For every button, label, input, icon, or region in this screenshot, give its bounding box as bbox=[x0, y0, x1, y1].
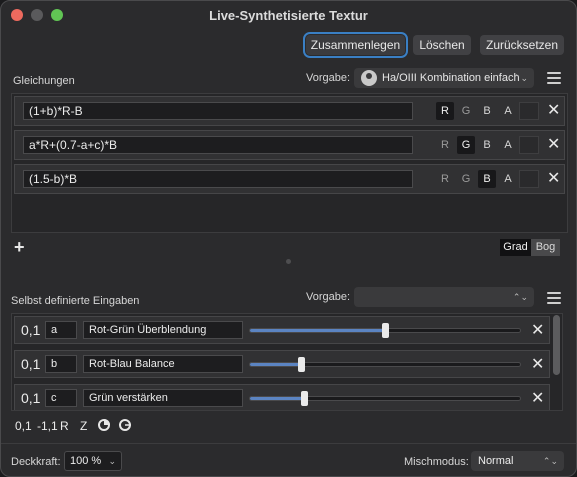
chevron-updown-icon: ⌃⌄ bbox=[512, 292, 528, 302]
chevron-updown-icon: ⌃⌄ bbox=[512, 73, 528, 83]
input-variable-field[interactable]: a bbox=[45, 321, 77, 339]
channel-r-toggle[interactable]: R bbox=[436, 170, 454, 188]
input-name-field[interactable]: Rot-Grün Überblendung bbox=[83, 321, 243, 339]
slider-thumb[interactable] bbox=[301, 391, 308, 406]
equation-color-swatch[interactable] bbox=[519, 170, 539, 188]
equation-row: a*R+(0.7-a+c)*B R G B A ✕ bbox=[14, 130, 565, 160]
input-row: 0,1 a Rot-Grün Überblendung ✕ bbox=[14, 316, 550, 344]
channel-a-toggle[interactable]: A bbox=[499, 102, 517, 120]
channel-b-toggle[interactable]: B bbox=[478, 136, 496, 154]
resize-handle[interactable] bbox=[286, 259, 291, 264]
close-x-icon[interactable]: ✕ bbox=[547, 103, 560, 119]
blend-mode-label: Mischmodus: bbox=[404, 456, 469, 468]
angle-radian-toggle[interactable]: Bog bbox=[531, 239, 560, 256]
slider-fill bbox=[250, 363, 302, 366]
blend-mode-value: Normal bbox=[478, 455, 514, 467]
close-x-icon[interactable]: ✕ bbox=[531, 357, 544, 373]
slider-fill bbox=[250, 397, 304, 400]
input-slider[interactable] bbox=[249, 323, 521, 338]
add-angle-input-icon[interactable] bbox=[98, 419, 110, 431]
equations-preset-label: Vorgabe: bbox=[306, 72, 351, 84]
equations-section-label: Gleichungen bbox=[13, 75, 75, 87]
input-slider[interactable] bbox=[249, 391, 521, 406]
close-x-icon[interactable]: ✕ bbox=[547, 171, 560, 187]
equation-input[interactable]: (1.5-b)*B bbox=[23, 170, 413, 188]
inputs-scrollbar[interactable] bbox=[553, 315, 560, 375]
equations-preset-value: Ha/OIII Kombination einfach bbox=[382, 72, 520, 84]
channel-a-toggle[interactable]: A bbox=[499, 170, 517, 188]
equations-menu-icon[interactable] bbox=[547, 72, 561, 84]
close-x-icon[interactable]: ✕ bbox=[531, 323, 544, 339]
equation-input[interactable]: a*R+(0.7-a+c)*B bbox=[23, 136, 413, 154]
merge-button[interactable]: Zusammenlegen bbox=[303, 32, 408, 58]
footer-divider bbox=[1, 443, 576, 444]
reset-button[interactable]: Zurücksetzen bbox=[480, 35, 564, 55]
slider-fill bbox=[250, 329, 385, 332]
channel-r-toggle[interactable]: R bbox=[436, 102, 454, 120]
channel-g-toggle[interactable]: G bbox=[457, 102, 475, 120]
input-row: 0,1 c Grün verstärken ✕ bbox=[14, 384, 550, 410]
preset-icon bbox=[361, 70, 377, 86]
channel-g-toggle[interactable]: G bbox=[457, 136, 475, 154]
input-variable-field[interactable]: c bbox=[45, 389, 77, 407]
input-type-label: 0,1 bbox=[21, 322, 41, 338]
slider-thumb[interactable] bbox=[298, 357, 306, 372]
slider-thumb[interactable] bbox=[382, 323, 389, 338]
equation-input[interactable]: (1+b)*R-B bbox=[23, 102, 413, 120]
inputs-preset-label: Vorgabe: bbox=[306, 291, 351, 303]
add-signed-input-button[interactable]: -1,1 bbox=[37, 419, 58, 433]
input-slider[interactable] bbox=[249, 357, 521, 372]
input-variable-field[interactable]: b bbox=[45, 355, 77, 373]
equations-list: (1+b)*R-B R G B A ✕ a*R+(0.7-a+c)*B R G … bbox=[11, 93, 568, 233]
input-type-label: 0,1 bbox=[21, 356, 41, 372]
input-row: 0,1 b Rot-Blau Balance ✕ bbox=[14, 350, 550, 378]
add-position-input-icon[interactable] bbox=[119, 419, 131, 431]
title-bar: Live-Synthetisierte Textur bbox=[1, 1, 576, 29]
chevron-down-icon: ⌄ bbox=[108, 456, 116, 466]
input-name-field[interactable]: Rot-Blau Balance bbox=[83, 355, 243, 373]
inputs-section-label: Selbst definierte Eingaben bbox=[11, 295, 140, 307]
opacity-label: Deckkraft: bbox=[11, 456, 61, 468]
chevron-updown-icon: ⌃⌄ bbox=[542, 456, 558, 466]
equation-row: (1+b)*R-B R G B A ✕ bbox=[14, 96, 565, 126]
input-name-field[interactable]: Grün verstärken bbox=[83, 389, 243, 407]
channel-r-toggle[interactable]: R bbox=[436, 136, 454, 154]
add-rotation-input-button[interactable]: R bbox=[60, 419, 69, 433]
inputs-preset-select[interactable]: ⌃⌄ bbox=[354, 287, 534, 307]
equations-preset-select[interactable]: Ha/OIII Kombination einfach ⌃⌄ bbox=[354, 68, 534, 88]
channel-b-toggle[interactable]: B bbox=[478, 102, 496, 120]
angle-degree-toggle[interactable]: Grad bbox=[500, 239, 531, 256]
opacity-field[interactable]: 100 % ⌄ bbox=[64, 451, 122, 471]
opacity-value: 100 % bbox=[70, 455, 102, 467]
close-x-icon[interactable]: ✕ bbox=[531, 391, 544, 407]
equation-color-swatch[interactable] bbox=[519, 102, 539, 120]
add-zoom-input-button[interactable]: Z bbox=[80, 419, 87, 433]
channel-b-toggle[interactable]: B bbox=[478, 170, 496, 188]
equation-row: (1.5-b)*B R G B A ✕ bbox=[14, 164, 565, 194]
close-x-icon[interactable]: ✕ bbox=[547, 137, 560, 153]
inputs-menu-icon[interactable] bbox=[547, 292, 561, 304]
channel-a-toggle[interactable]: A bbox=[499, 136, 517, 154]
inputs-list: 0,1 a Rot-Grün Überblendung ✕ 0,1 b Rot-… bbox=[11, 313, 563, 411]
delete-button[interactable]: Löschen bbox=[413, 35, 471, 55]
input-type-label: 0,1 bbox=[21, 390, 41, 406]
add-unit-input-button[interactable]: 0,1 bbox=[15, 419, 32, 433]
window-title: Live-Synthetisierte Textur bbox=[209, 8, 368, 23]
equation-color-swatch[interactable] bbox=[519, 136, 539, 154]
blend-mode-select[interactable]: Normal ⌃⌄ bbox=[471, 451, 564, 471]
channel-g-toggle[interactable]: G bbox=[457, 170, 475, 188]
add-equation-plus-icon[interactable]: + bbox=[14, 237, 25, 258]
window: Live-Synthetisierte Textur Zusammenlegen… bbox=[0, 0, 577, 477]
